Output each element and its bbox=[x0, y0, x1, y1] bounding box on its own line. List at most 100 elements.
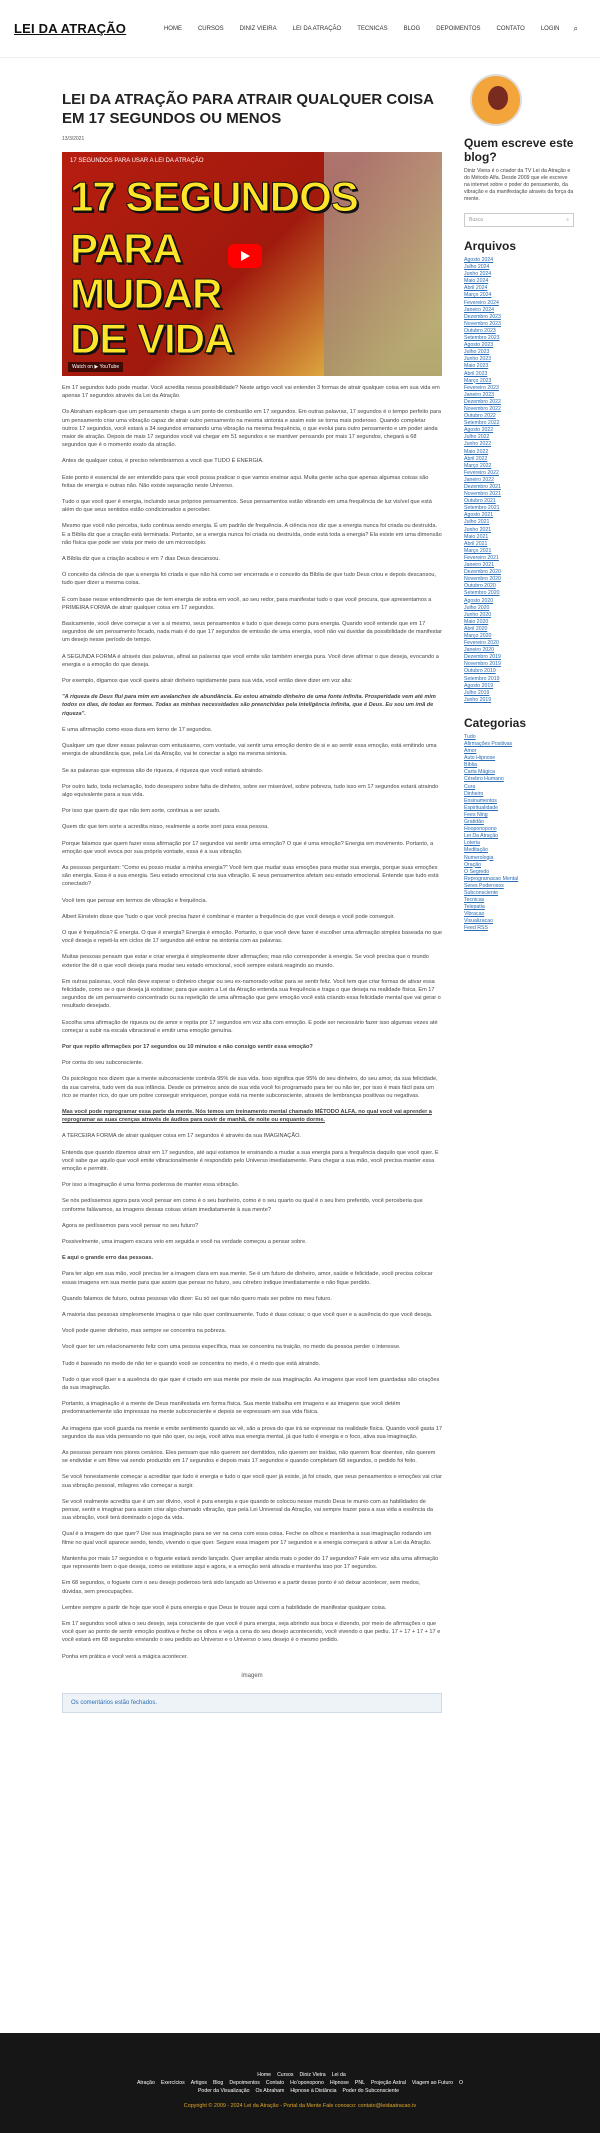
archive-link[interactable]: Junho 2023 bbox=[464, 356, 574, 363]
archive-link[interactable]: Outubro 2022 bbox=[464, 413, 574, 420]
category-link[interactable]: Fees Ning bbox=[464, 812, 574, 819]
archive-link[interactable]: Abril 2022 bbox=[464, 456, 574, 463]
nav-tecnicas[interactable]: TECNICAS bbox=[349, 26, 395, 32]
archive-link[interactable]: Dezembro 2021 bbox=[464, 484, 574, 491]
archive-link[interactable]: Abril 2020 bbox=[464, 626, 574, 633]
search-button-icon[interactable]: ⌕ bbox=[566, 217, 569, 223]
archive-link[interactable]: Julho 2024 bbox=[464, 264, 574, 271]
youtube-video[interactable]: 17 SEGUNDOS PARA USAR A LEI DA ATRAÇÃO 1… bbox=[62, 152, 442, 376]
footer-link[interactable]: Artigos bbox=[191, 2080, 207, 2086]
site-logo[interactable]: LEI DA ATRAÇÃO bbox=[14, 21, 126, 36]
footer-link[interactable]: PNL bbox=[355, 2080, 365, 2086]
archive-link[interactable]: Agosto 2019 bbox=[464, 683, 574, 690]
category-link[interactable]: Meditação bbox=[464, 847, 574, 854]
archive-link[interactable]: Janeiro 2024 bbox=[464, 307, 574, 314]
archive-link[interactable]: Abril 2023 bbox=[464, 371, 574, 378]
archive-link[interactable]: Março 2022 bbox=[464, 463, 574, 470]
footer-link[interactable]: Hoʻoponopono bbox=[290, 2080, 324, 2086]
category-link[interactable]: Seres Poderosos bbox=[464, 883, 574, 890]
archive-link[interactable]: Dezembro 2020 bbox=[464, 569, 574, 576]
archive-link[interactable]: Fevereiro 2024 bbox=[464, 300, 574, 307]
archive-link[interactable]: Novembro 2020 bbox=[464, 576, 574, 583]
archive-link[interactable]: Agosto 2022 bbox=[464, 427, 574, 434]
footer-link[interactable]: Projeção Astral bbox=[371, 2080, 406, 2086]
archive-link[interactable]: Janeiro 2022 bbox=[464, 477, 574, 484]
archive-link[interactable]: Fevereiro 2023 bbox=[464, 385, 574, 392]
category-link[interactable]: Oração bbox=[464, 862, 574, 869]
archive-link[interactable]: Novembro 2019 bbox=[464, 661, 574, 668]
archive-link[interactable]: Novembro 2023 bbox=[464, 321, 574, 328]
nav-lei-da-atracao[interactable]: LEI DA ATRAÇÃO bbox=[285, 26, 350, 32]
category-link[interactable]: Lei Da Atração bbox=[464, 833, 574, 840]
archive-link[interactable]: Junho 2021 bbox=[464, 527, 574, 534]
category-link[interactable]: Cura bbox=[464, 784, 574, 791]
archive-link[interactable]: Abril 2021 bbox=[464, 541, 574, 548]
archive-link[interactable]: Maio 2024 bbox=[464, 278, 574, 285]
video-title[interactable]: 17 SEGUNDOS PARA USAR A LEI DA ATRAÇÃO bbox=[70, 158, 204, 164]
nav-login[interactable]: LOGIN bbox=[533, 26, 568, 32]
archive-link[interactable]: Outubro 2019 bbox=[464, 668, 574, 675]
category-link[interactable]: Feed RSS bbox=[464, 925, 574, 932]
footer-link[interactable]: Poder do Subconsciente bbox=[342, 2088, 399, 2094]
archive-link[interactable]: Setembro 2021 bbox=[464, 505, 574, 512]
category-link[interactable]: Cérebro Humano bbox=[464, 776, 574, 783]
archive-link[interactable]: Julho 2021 bbox=[464, 519, 574, 526]
category-link[interactable]: Afirmações Positivas bbox=[464, 741, 574, 748]
footer-link[interactable]: Blog bbox=[213, 2080, 223, 2086]
nav-cursos[interactable]: CURSOS bbox=[190, 26, 232, 32]
archive-link[interactable]: Novembro 2022 bbox=[464, 406, 574, 413]
archive-link[interactable]: Setembro 2022 bbox=[464, 420, 574, 427]
archive-link[interactable]: Dezembro 2022 bbox=[464, 399, 574, 406]
footer-link[interactable]: Home bbox=[257, 2072, 271, 2078]
category-link[interactable]: Espiritualidade bbox=[464, 805, 574, 812]
category-link[interactable]: Loteria bbox=[464, 840, 574, 847]
footer-link[interactable]: Hipnose bbox=[330, 2080, 349, 2086]
category-link[interactable]: Amor bbox=[464, 748, 574, 755]
archive-link[interactable]: Maio 2020 bbox=[464, 619, 574, 626]
footer-link[interactable]: Depoimentos bbox=[229, 2080, 260, 2086]
archive-link[interactable]: Julho 2023 bbox=[464, 349, 574, 356]
category-link[interactable]: Hooponopono bbox=[464, 826, 574, 833]
nav-contato[interactable]: CONTATO bbox=[489, 26, 533, 32]
nav-depoimentos[interactable]: DEPOIMENTOS bbox=[428, 26, 488, 32]
archive-link[interactable]: Novembro 2021 bbox=[464, 491, 574, 498]
footer-link[interactable]: Hipnose à Distância bbox=[290, 2088, 336, 2094]
archive-link[interactable]: Fevereiro 2020 bbox=[464, 640, 574, 647]
archive-link[interactable]: Junho 2020 bbox=[464, 612, 574, 619]
archive-link[interactable]: Agosto 2020 bbox=[464, 598, 574, 605]
archive-link[interactable]: Outubro 2023 bbox=[464, 328, 574, 335]
footer-link[interactable]: Viagem ao Futuro bbox=[412, 2080, 453, 2086]
search-icon[interactable]: ⌕ bbox=[568, 24, 586, 34]
category-link[interactable]: Subconsciente bbox=[464, 890, 574, 897]
category-link[interactable]: Visualizacao bbox=[464, 918, 574, 925]
archive-link[interactable]: Março 2024 bbox=[464, 292, 574, 299]
search-input[interactable]: Busca ⌕ bbox=[464, 213, 574, 227]
footer-link[interactable]: Cursos bbox=[277, 2072, 293, 2078]
archive-link[interactable]: Agosto 2023 bbox=[464, 342, 574, 349]
category-link[interactable]: Reprogramacao Mental bbox=[464, 876, 574, 883]
archive-link[interactable]: Agosto 2021 bbox=[464, 512, 574, 519]
nav-blog[interactable]: BLOG bbox=[396, 26, 429, 32]
archive-link[interactable]: Agosto 2024 bbox=[464, 257, 574, 264]
category-link[interactable]: Vibracao bbox=[464, 911, 574, 918]
archive-link[interactable]: Março 2023 bbox=[464, 378, 574, 385]
category-link[interactable]: Gratidão bbox=[464, 819, 574, 826]
category-link[interactable]: Bíblia bbox=[464, 762, 574, 769]
nav-home[interactable]: Home bbox=[156, 26, 190, 32]
archive-link[interactable]: Março 2020 bbox=[464, 633, 574, 640]
footer-link[interactable]: Exercícios bbox=[161, 2080, 185, 2086]
category-link[interactable]: O Segredo bbox=[464, 869, 574, 876]
archive-link[interactable]: Fevereiro 2022 bbox=[464, 470, 574, 477]
archive-link[interactable]: Maio 2022 bbox=[464, 449, 574, 456]
category-link[interactable]: Numerologia bbox=[464, 855, 574, 862]
archive-link[interactable]: Janeiro 2021 bbox=[464, 562, 574, 569]
archive-link[interactable]: Setembro 2019 bbox=[464, 676, 574, 683]
footer-link[interactable]: Contato bbox=[266, 2080, 284, 2086]
archive-link[interactable]: Janeiro 2020 bbox=[464, 647, 574, 654]
post-paragraph[interactable]: Mas você pode reprogramar essa parte da … bbox=[62, 1108, 442, 1124]
archive-link[interactable]: Junho 2022 bbox=[464, 441, 574, 448]
archive-link[interactable]: Outubro 2020 bbox=[464, 583, 574, 590]
category-link[interactable]: Auto Hipnose bbox=[464, 755, 574, 762]
category-link[interactable]: Tudo bbox=[464, 734, 574, 741]
archive-link[interactable]: Março 2021 bbox=[464, 548, 574, 555]
